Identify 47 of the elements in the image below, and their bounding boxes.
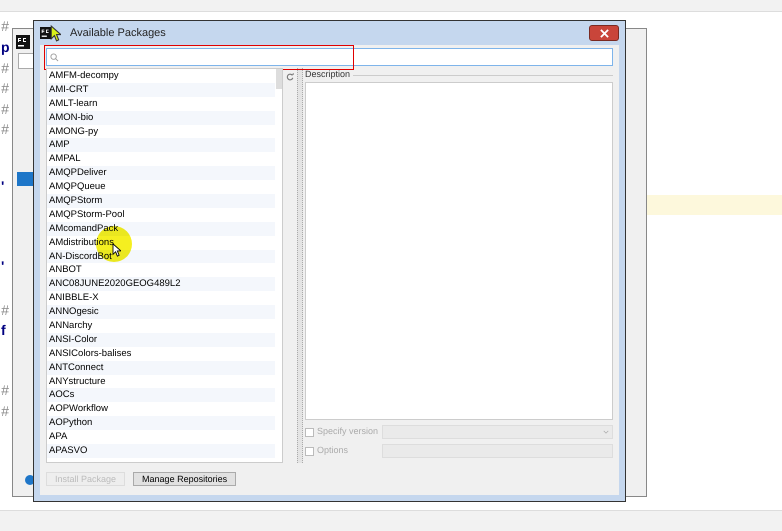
- code-fragment: ': [1, 177, 4, 196]
- dialog-title: Available Packages: [70, 26, 166, 41]
- splitter[interactable]: [297, 68, 303, 463]
- option-label: Specify version: [317, 425, 380, 438]
- package-item[interactable]: ANYstructure: [47, 374, 275, 388]
- package-item[interactable]: ANC08JUNE2020GEOG489L2: [47, 277, 275, 292]
- search-icon: [50, 52, 59, 62]
- option-label: Options: [317, 444, 350, 458]
- code-fragment: #: [1, 381, 9, 400]
- chevron-icon: [603, 430, 609, 434]
- package-item[interactable]: APASVO: [47, 444, 275, 458]
- option-checkbox[interactable]: [305, 446, 314, 456]
- refresh-icon[interactable]: [286, 73, 294, 81]
- package-item[interactable]: AMONG-py: [47, 124, 275, 138]
- code-fragment: #: [1, 17, 9, 36]
- app-logo-icon: [40, 27, 52, 39]
- version-dropdown[interactable]: [382, 425, 613, 439]
- scrollbar[interactable]: [276, 69, 282, 89]
- package-item[interactable]: AMON-bio: [47, 110, 275, 125]
- code-fragment: #: [1, 120, 9, 139]
- package-item[interactable]: AOPython: [47, 416, 275, 430]
- code-fragment: #: [1, 301, 9, 320]
- description-label: Description: [305, 68, 350, 82]
- package-item[interactable]: AOCs: [47, 388, 275, 402]
- package-item[interactable]: AMI-CRT: [47, 82, 275, 97]
- code-fragment: ': [1, 257, 4, 276]
- app-logo-icon: [16, 35, 30, 49]
- code-fragment: #: [1, 59, 9, 78]
- package-item[interactable]: ANBOT: [47, 263, 275, 278]
- code-fragment: #: [1, 100, 9, 119]
- manage-repositories-button[interactable]: Manage Repositories: [133, 472, 236, 486]
- code-fragment: f: [1, 321, 6, 340]
- close-button[interactable]: [589, 25, 619, 41]
- package-item[interactable]: ANSI-Color: [47, 332, 275, 347]
- pointer-icon: [112, 243, 121, 257]
- option-checkbox[interactable]: [305, 428, 314, 436]
- code-fragment: p: [1, 38, 10, 57]
- package-item[interactable]: AMQPStorm: [47, 194, 275, 208]
- code-fragment: #: [1, 402, 9, 421]
- package-item[interactable]: AOPWorkflow: [47, 402, 275, 416]
- package-item[interactable]: AMQPDeliver: [47, 166, 275, 180]
- package-item[interactable]: ANNOgesic: [47, 305, 275, 320]
- package-item[interactable]: AMP: [47, 138, 275, 152]
- pointer-icon: [50, 25, 61, 42]
- package-item[interactable]: ANTConnect: [47, 360, 275, 375]
- code-fragment: #: [1, 79, 9, 98]
- close-icon: [600, 28, 608, 38]
